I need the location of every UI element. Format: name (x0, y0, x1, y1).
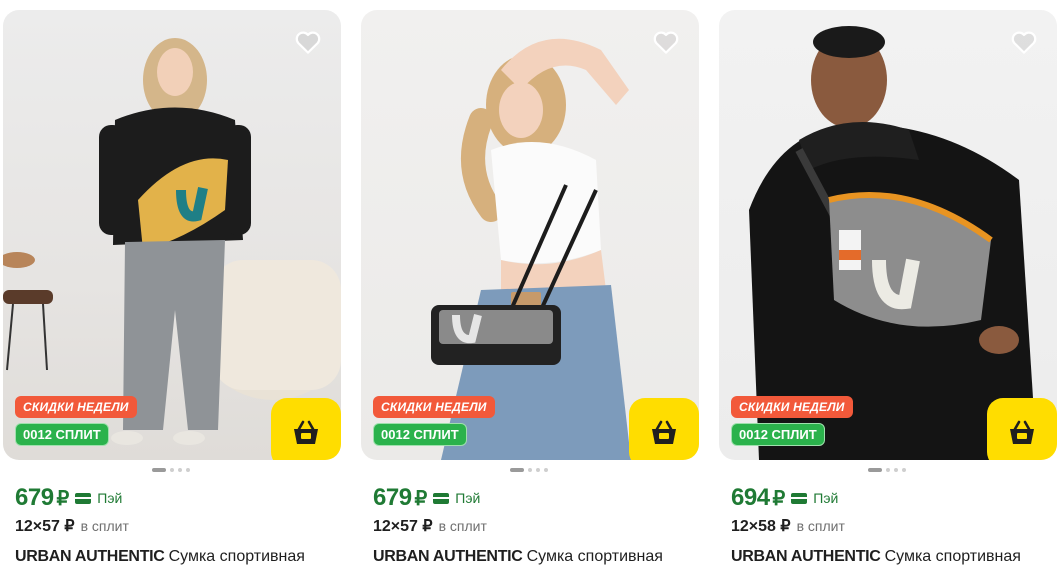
badges: СКИДКИ НЕДЕЛИ 0012 СПЛИТ (373, 396, 495, 446)
product-title[interactable]: URBAN AUTHENTIC Сумка спортивная (373, 548, 663, 566)
price: 679 (373, 484, 412, 511)
sale-badge: СКИДКИ НЕДЕЛИ (15, 396, 137, 418)
price: 679 (15, 484, 54, 511)
carousel-dot[interactable] (886, 468, 890, 472)
carousel-dot[interactable] (868, 468, 882, 472)
price: 694 (731, 484, 770, 511)
card-icon (75, 492, 92, 504)
carousel-dots (868, 468, 906, 472)
split-amount: 12×57 ₽ (373, 518, 433, 535)
sale-badge: СКИДКИ НЕДЕЛИ (731, 396, 853, 418)
product-image[interactable]: СКИДКИ НЕДЕЛИ 0012 СПЛИТ (361, 10, 699, 460)
pay-label: Пэй (813, 490, 839, 506)
badges: СКИДКИ НЕДЕЛИ 0012 СПЛИТ (15, 396, 137, 446)
carousel-dot[interactable] (170, 468, 174, 472)
split-row: 12×57 ₽ в сплит (373, 516, 487, 536)
add-to-cart-button[interactable] (629, 398, 699, 460)
carousel-dots (510, 468, 548, 472)
add-to-cart-button[interactable] (271, 398, 341, 460)
favorite-heart-icon[interactable] (1009, 27, 1039, 57)
price-row: 679 ₽ Пэй (373, 484, 480, 512)
split-badge: 0012 СПЛИТ (731, 423, 825, 446)
split-text: в сплит (438, 518, 487, 534)
basket-icon (294, 420, 318, 444)
carousel-dot[interactable] (186, 468, 190, 472)
carousel-dot[interactable] (536, 468, 540, 472)
currency: ₽ (56, 487, 70, 510)
split-amount: 12×58 ₽ (731, 518, 791, 535)
product-name: Сумка спортивная (884, 548, 1021, 565)
carousel-dot[interactable] (510, 468, 524, 472)
carousel-dot[interactable] (178, 468, 182, 472)
price-row: 679 ₽ Пэй (15, 484, 122, 512)
brand-name: URBAN AUTHENTIC (373, 548, 523, 565)
product-image[interactable]: СКИДКИ НЕДЕЛИ 0012 СПЛИТ (719, 10, 1057, 460)
currency: ₽ (414, 487, 428, 510)
brand-name: URBAN AUTHENTIC (15, 548, 165, 565)
carousel-dot[interactable] (152, 468, 166, 472)
split-badge: 0012 СПЛИТ (15, 423, 109, 446)
favorite-heart-icon[interactable] (651, 27, 681, 57)
split-badge: 0012 СПЛИТ (373, 423, 467, 446)
product-name: Сумка спортивная (168, 548, 305, 565)
split-row: 12×57 ₽ в сплит (15, 516, 129, 536)
favorite-heart-icon[interactable] (293, 27, 323, 57)
product-title[interactable]: URBAN AUTHENTIC Сумка спортивная (731, 548, 1021, 566)
basket-icon (1010, 420, 1034, 444)
product-card[interactable]: СКИДКИ НЕДЕЛИ 0012 СПЛИТ 694 ₽ Пэй 12×58… (719, 0, 1057, 571)
brand-name: URBAN AUTHENTIC (731, 548, 881, 565)
pay-label: Пэй (455, 490, 481, 506)
split-row: 12×58 ₽ в сплит (731, 516, 845, 536)
add-to-cart-button[interactable] (987, 398, 1057, 460)
product-photo-illustration (3, 38, 341, 445)
carousel-dot[interactable] (894, 468, 898, 472)
currency: ₽ (772, 487, 786, 510)
badges: СКИДКИ НЕДЕЛИ 0012 СПЛИТ (731, 396, 853, 446)
split-text: в сплит (796, 518, 845, 534)
carousel-dot[interactable] (528, 468, 532, 472)
card-icon (433, 492, 450, 504)
split-text: в сплит (80, 518, 129, 534)
basket-icon (652, 420, 676, 444)
product-photo-illustration (749, 26, 1037, 460)
pay-label: Пэй (97, 490, 123, 506)
product-title[interactable]: URBAN AUTHENTIC Сумка спортивная (15, 548, 305, 566)
product-name: Сумка спортивная (526, 548, 663, 565)
card-icon (791, 492, 808, 504)
sale-badge: СКИДКИ НЕДЕЛИ (373, 396, 495, 418)
carousel-dot[interactable] (902, 468, 906, 472)
split-amount: 12×57 ₽ (15, 518, 75, 535)
carousel-dots (152, 468, 190, 472)
carousel-dot[interactable] (544, 468, 548, 472)
product-card[interactable]: СКИДКИ НЕДЕЛИ 0012 СПЛИТ 679 ₽ Пэй 12×57… (3, 0, 341, 571)
product-image[interactable]: СКИДКИ НЕДЕЛИ 0012 СПЛИТ (3, 10, 341, 460)
price-row: 694 ₽ Пэй (731, 484, 838, 512)
product-card[interactable]: СКИДКИ НЕДЕЛИ 0012 СПЛИТ 679 ₽ Пэй 12×57… (361, 0, 699, 571)
product-photo-illustration (431, 38, 631, 460)
